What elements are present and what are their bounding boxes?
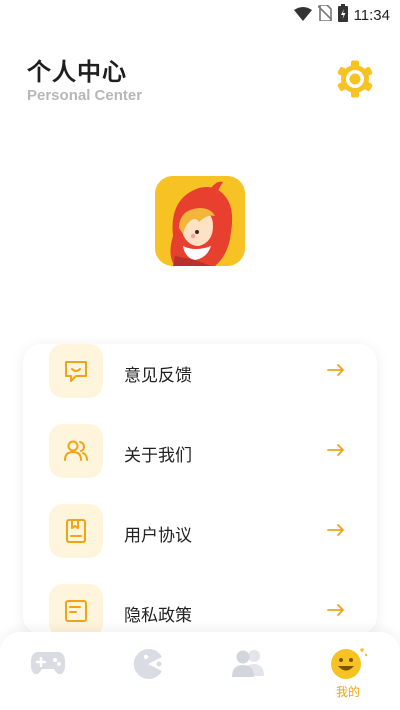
page-subtitle: Personal Center [27, 87, 143, 104]
tab-community[interactable] [208, 632, 288, 710]
menu-item-label: 关于我们 [124, 446, 192, 466]
tab-arcade[interactable] [108, 632, 188, 710]
pacman-icon [132, 648, 164, 684]
tab-games[interactable] [8, 632, 88, 710]
menu-item-feedback[interactable]: 意见反馈 [23, 344, 377, 400]
status-time: 11:34 [353, 6, 390, 24]
no-sim-icon [316, 4, 333, 25]
feedback-icon [49, 344, 103, 398]
status-bar: 11:34 [0, 0, 400, 28]
wifi-icon [293, 6, 312, 25]
menu-item-label: 用户协议 [124, 526, 192, 546]
gear-icon [337, 60, 373, 98]
arrow-right-icon [326, 360, 346, 384]
smile-icon [328, 646, 368, 684]
battery-icon [337, 4, 348, 26]
menu-item-about[interactable]: 关于我们 [23, 424, 377, 480]
settings-button[interactable] [336, 60, 374, 98]
tab-label: 我的 [335, 685, 360, 699]
arrow-right-icon [326, 520, 346, 544]
menu-card: 意见反馈 关于我们 用户协议 隐私政策 [23, 344, 377, 634]
menu-item-user-agreement[interactable]: 用户协议 [23, 504, 377, 560]
menu-item-label: 隐私政策 [124, 606, 192, 626]
gamepad-icon [30, 648, 66, 680]
bottom-tab-bar: 我的 [0, 632, 400, 710]
people-icon [230, 648, 266, 682]
arrow-right-icon [326, 440, 346, 464]
document-icon [49, 504, 103, 558]
arrow-right-icon [326, 600, 346, 624]
privacy-icon [49, 584, 103, 634]
users-icon [49, 424, 103, 478]
page-title: 个人中心 [27, 58, 127, 86]
menu-item-privacy[interactable]: 隐私政策 [23, 584, 377, 634]
menu-item-label: 意见反馈 [124, 366, 192, 386]
red-riding-hood-avatar [155, 176, 245, 266]
tab-mine[interactable]: 我的 [308, 632, 388, 710]
avatar[interactable] [155, 176, 245, 266]
